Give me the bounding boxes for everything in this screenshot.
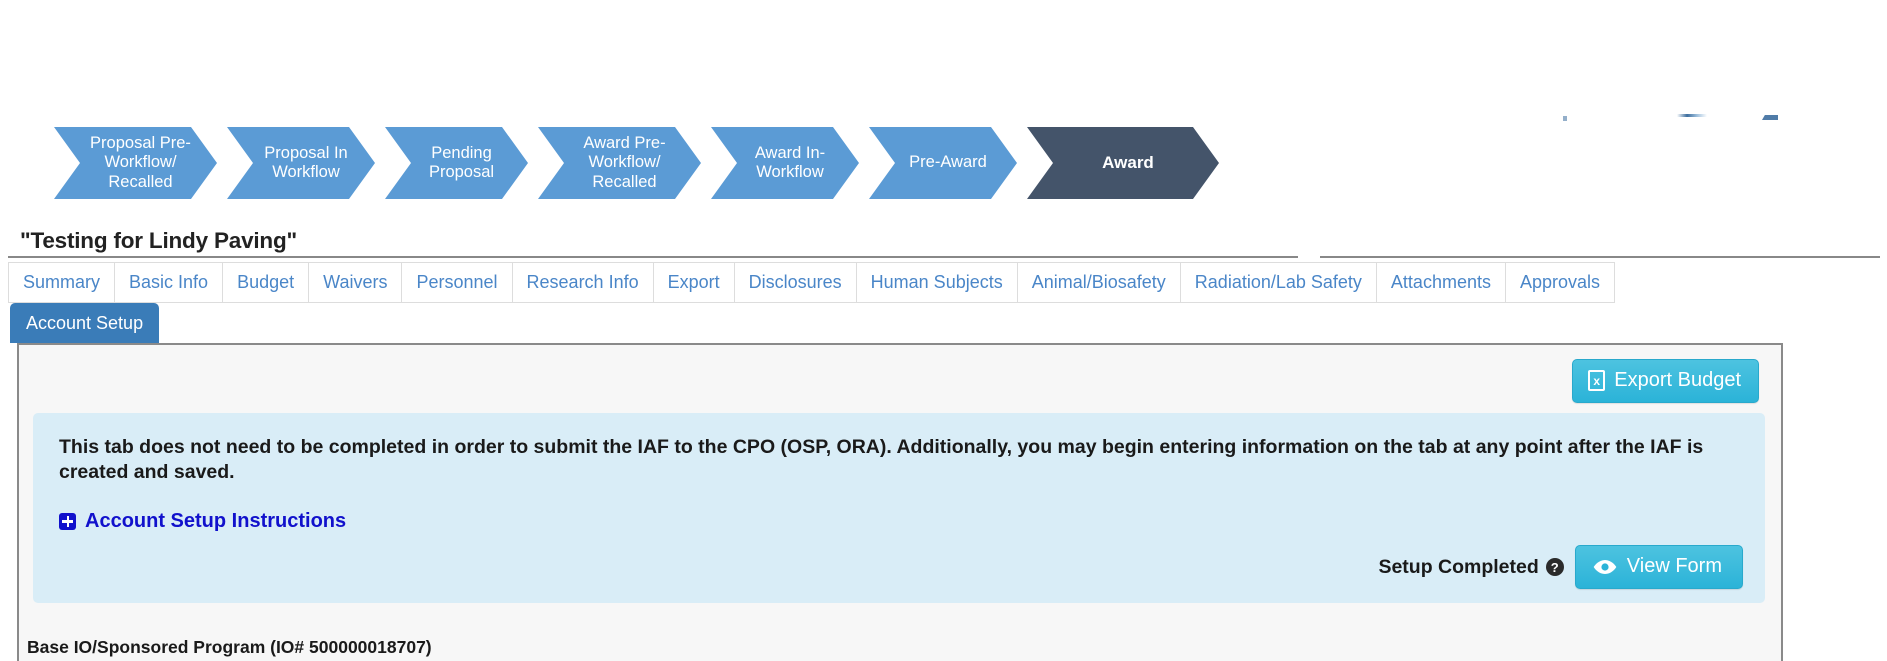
- tab-animal-biosafety[interactable]: Animal/Biosafety: [1017, 262, 1181, 303]
- tab-waivers[interactable]: Waivers: [309, 262, 403, 303]
- page-root: Proposal Pre-Workflow/ Recalled Proposal…: [0, 0, 1887, 661]
- export-budget-button[interactable]: x Export Budget: [1572, 359, 1759, 403]
- tab-label: Account Setup: [26, 312, 144, 333]
- render-artifact: [1762, 115, 1778, 120]
- export-budget-label: Export Budget: [1614, 369, 1741, 391]
- render-artifact: [1677, 114, 1707, 117]
- tab-label: Basic Info: [129, 272, 209, 292]
- setup-completed-row: Setup Completed ? View Form: [1378, 545, 1743, 589]
- excel-file-icon: x: [1588, 370, 1606, 391]
- base-io-section-header: Base IO/Sponsored Program (IO# 500000018…: [27, 637, 432, 657]
- tab-label: Export: [667, 272, 720, 292]
- account-setup-instructions-link[interactable]: Account Setup Instructions: [59, 510, 1739, 533]
- tab-label: Radiation/Lab Safety: [1194, 272, 1362, 292]
- tab-personnel[interactable]: Personnel: [402, 262, 513, 303]
- instructions-label: Account Setup Instructions: [85, 509, 347, 532]
- workflow-step-label: Pending Proposal: [428, 143, 495, 181]
- title-divider: [8, 256, 1298, 258]
- tab-label: Human Subjects: [870, 272, 1003, 292]
- workflow-step-label: Award: [1102, 152, 1154, 172]
- workflow-step-label: Award Pre-Workflow/ Recalled: [583, 133, 666, 191]
- tab-label: Approvals: [1519, 272, 1601, 292]
- workflow-step-award-pre-workflow-recalled[interactable]: Award Pre-Workflow/ Recalled: [538, 127, 701, 199]
- tab-label: Waivers: [323, 272, 388, 292]
- tab-account-setup[interactable]: Account Setup: [10, 303, 160, 343]
- tab-disclosures[interactable]: Disclosures: [734, 262, 857, 303]
- view-form-button[interactable]: View Form: [1574, 545, 1743, 589]
- tab-label: Disclosures: [748, 272, 842, 292]
- workflow-step-pending-proposal[interactable]: Pending Proposal: [385, 127, 528, 199]
- account-setup-panel: x Export Budget This tab does not need t…: [17, 343, 1783, 661]
- workflow-step-proposal-in-workflow[interactable]: Proposal In Workflow: [227, 127, 375, 199]
- workflow-step-award-current[interactable]: Award: [1027, 127, 1219, 199]
- view-form-label: View Form: [1626, 555, 1722, 577]
- setup-completed-label: Setup Completed ?: [1378, 555, 1564, 579]
- tab-budget[interactable]: Budget: [223, 262, 310, 303]
- tab-label: Research Info: [526, 272, 639, 292]
- workflow-step-proposal-pre-workflow-recalled[interactable]: Proposal Pre-Workflow/ Recalled: [54, 127, 217, 199]
- tab-basic-info[interactable]: Basic Info: [115, 262, 224, 303]
- tab-approvals[interactable]: Approvals: [1505, 262, 1616, 303]
- tab-label: Budget: [237, 272, 295, 292]
- workflow-step-label: Proposal In Workflow: [264, 143, 348, 181]
- workflow-progress-bar: Proposal Pre-Workflow/ Recalled Proposal…: [54, 127, 1229, 199]
- title-divider-right: [1320, 256, 1880, 258]
- tab-label: Personnel: [416, 272, 498, 292]
- setup-completed-text: Setup Completed: [1378, 555, 1539, 578]
- secondary-tab-bar: Account Setup: [10, 303, 160, 343]
- tab-label: Summary: [23, 272, 101, 292]
- tab-label: Attachments: [1390, 272, 1491, 292]
- tab-attachments[interactable]: Attachments: [1376, 262, 1506, 303]
- workflow-step-label: Award In- Workflow: [754, 143, 826, 181]
- workflow-step-pre-award[interactable]: Pre-Award: [869, 127, 1017, 199]
- question-mark-help-icon[interactable]: ?: [1545, 558, 1564, 576]
- plus-square-icon: [59, 512, 76, 530]
- workflow-step-label: Proposal Pre-Workflow/ Recalled: [90, 133, 191, 191]
- render-artifact: [1563, 116, 1567, 121]
- tab-research-info[interactable]: Research Info: [512, 262, 654, 303]
- tab-radiation-lab-safety[interactable]: Radiation/Lab Safety: [1180, 262, 1377, 303]
- workflow-step-award-in-workflow[interactable]: Award In- Workflow: [711, 127, 859, 199]
- primary-tab-bar: Summary Basic Info Budget Waivers Person…: [8, 262, 1616, 303]
- eye-icon: [1593, 559, 1617, 575]
- tab-export[interactable]: Export: [653, 262, 735, 303]
- tab-label: Animal/Biosafety: [1031, 272, 1166, 292]
- tab-summary[interactable]: Summary: [8, 262, 116, 303]
- tab-human-subjects[interactable]: Human Subjects: [856, 262, 1018, 303]
- workflow-step-label: Pre-Award: [909, 153, 987, 172]
- info-callout: This tab does not need to be completed i…: [33, 413, 1765, 603]
- page-title: "Testing for Lindy Paving": [20, 228, 297, 253]
- info-message: This tab does not need to be completed i…: [59, 436, 1704, 483]
